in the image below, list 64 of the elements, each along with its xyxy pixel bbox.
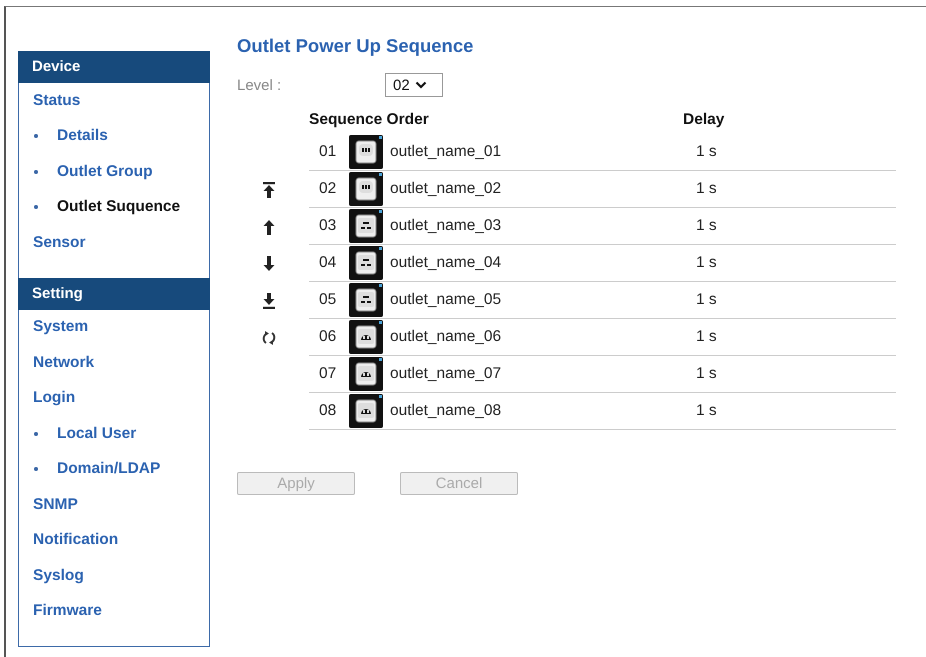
order-number: 08 (319, 402, 338, 420)
sidebar-item[interactable]: Details (57, 127, 108, 146)
sidebar-item[interactable]: Syslog (33, 566, 84, 585)
up-arrow-icon[interactable] (262, 218, 276, 234)
sidebar-item[interactable]: Notification (33, 531, 118, 550)
bullet-icon (34, 170, 38, 174)
sidebar-item[interactable]: Firmware (33, 602, 102, 620)
delay-value: 1 s (695, 402, 717, 420)
section-header: Device (18, 51, 210, 83)
delay-value: 1 s (695, 328, 717, 346)
order-number: 03 (319, 217, 338, 235)
outlet-name: outlet_name_08 (390, 402, 502, 420)
level-select[interactable]: 02 (385, 73, 443, 97)
section-header: Setting (18, 278, 210, 310)
column-header: Delay (683, 111, 724, 129)
outlet-name: outlet_name_05 (390, 291, 502, 309)
outlet-name: outlet_name_01 (390, 143, 502, 161)
delay-value: 1 s (695, 217, 717, 235)
outlet-name: outlet_name_04 (390, 254, 502, 272)
bullet-icon (34, 432, 38, 436)
delay-value: 1 s (695, 254, 717, 272)
bullet-icon (34, 205, 38, 210)
sidebar-item[interactable]: Outlet Group (57, 162, 153, 181)
outlet-icon (349, 135, 383, 169)
sidebar-item[interactable]: Sensor (33, 234, 86, 252)
outlet-icon (349, 394, 383, 428)
column-header: Sequence Order (309, 111, 430, 129)
sidebar-item[interactable]: Login (33, 389, 76, 408)
order-number: 04 (319, 254, 338, 272)
outlet-name: outlet_name_06 (390, 328, 502, 346)
outlet-icon (349, 172, 383, 206)
order-number: 06 (319, 328, 338, 346)
sidebar-item[interactable]: SNMP (33, 496, 78, 514)
outlet-icon (349, 246, 383, 280)
delay-value: 1 s (695, 143, 717, 161)
sidebar-item[interactable]: Network (33, 354, 94, 372)
outlet-icon (349, 283, 383, 317)
delay-value: 1 s (695, 365, 717, 383)
outlet-name: outlet_name_02 (390, 180, 502, 198)
cycle-arrows-icon[interactable] (262, 330, 276, 346)
level-label: Level : (237, 76, 282, 94)
outlet-icon (349, 209, 383, 243)
page-title: Outlet Power Up Sequence (237, 34, 474, 58)
order-number: 02 (319, 180, 338, 198)
sidebar-item[interactable]: System (33, 318, 88, 336)
top-arrow-icon[interactable] (262, 182, 276, 198)
outlet-name: outlet_name_03 (390, 217, 502, 235)
order-number: 07 (319, 365, 338, 383)
sidebar-item[interactable]: Outlet Suquence (57, 198, 180, 216)
chevron-down-icon (414, 81, 427, 89)
outlet-icon (349, 357, 383, 391)
sidebar-item[interactable]: Domain/LDAP (57, 460, 160, 478)
sidebar-item[interactable]: Local User (57, 424, 136, 443)
delay-value: 1 s (695, 291, 717, 309)
outlet-icon (349, 320, 383, 354)
order-number: 05 (319, 291, 338, 309)
sidebar-item[interactable]: Status (33, 92, 80, 110)
bullet-icon (34, 134, 38, 138)
delay-value: 1 s (695, 180, 717, 198)
down-arrow-icon[interactable] (262, 256, 276, 272)
bullet-icon (34, 467, 38, 472)
order-number: 01 (319, 143, 338, 161)
outlet-name: outlet_name_07 (390, 365, 502, 383)
bottom-arrow-icon[interactable] (262, 292, 276, 308)
